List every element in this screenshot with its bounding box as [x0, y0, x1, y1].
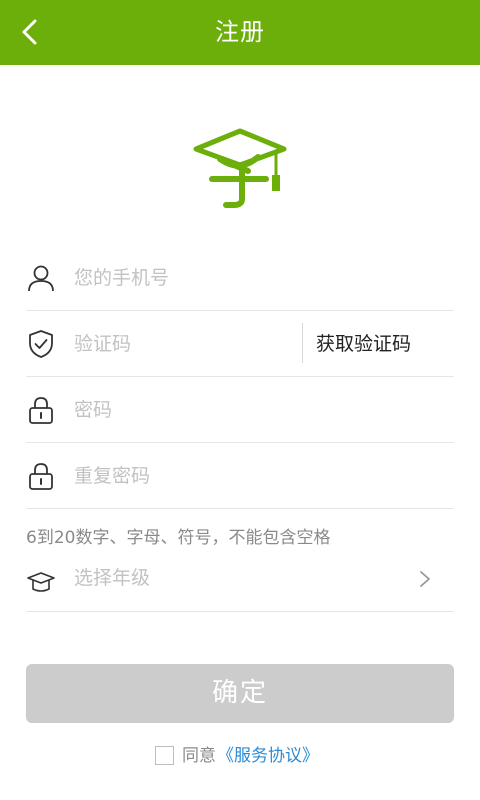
page-title: 注册	[215, 18, 265, 46]
agree-label: 同意	[182, 746, 216, 766]
password-row	[26, 377, 454, 443]
password-confirm-row	[26, 443, 454, 509]
shield-check-icon	[29, 330, 53, 358]
verification-code-input[interactable]	[74, 323, 274, 365]
lock-icon	[29, 463, 53, 490]
phone-input[interactable]	[74, 257, 334, 299]
vertical-divider	[302, 323, 303, 363]
user-icon	[28, 265, 54, 292]
verification-code-row: 获取验证码	[26, 311, 454, 377]
agree-checkbox[interactable]	[155, 746, 174, 765]
password-hint: 6到20数字、字母、符号，不能包含空格	[26, 528, 331, 548]
header-bar: 注册	[0, 0, 480, 65]
get-code-button[interactable]: 获取验证码	[316, 323, 411, 365]
password-input[interactable]	[74, 389, 334, 431]
phone-row	[26, 245, 454, 311]
lock-icon	[29, 397, 53, 424]
service-agreement-link[interactable]: 《服务协议》	[217, 744, 319, 768]
chevron-right-icon	[420, 571, 430, 587]
confirm-button[interactable]: 确定	[26, 664, 454, 723]
grade-label: 选择年级	[74, 567, 151, 589]
grade-selector[interactable]: 选择年级	[26, 554, 454, 612]
password-confirm-input[interactable]	[74, 455, 334, 497]
logo-icon	[193, 128, 287, 208]
graduation-cap-icon	[27, 572, 55, 592]
